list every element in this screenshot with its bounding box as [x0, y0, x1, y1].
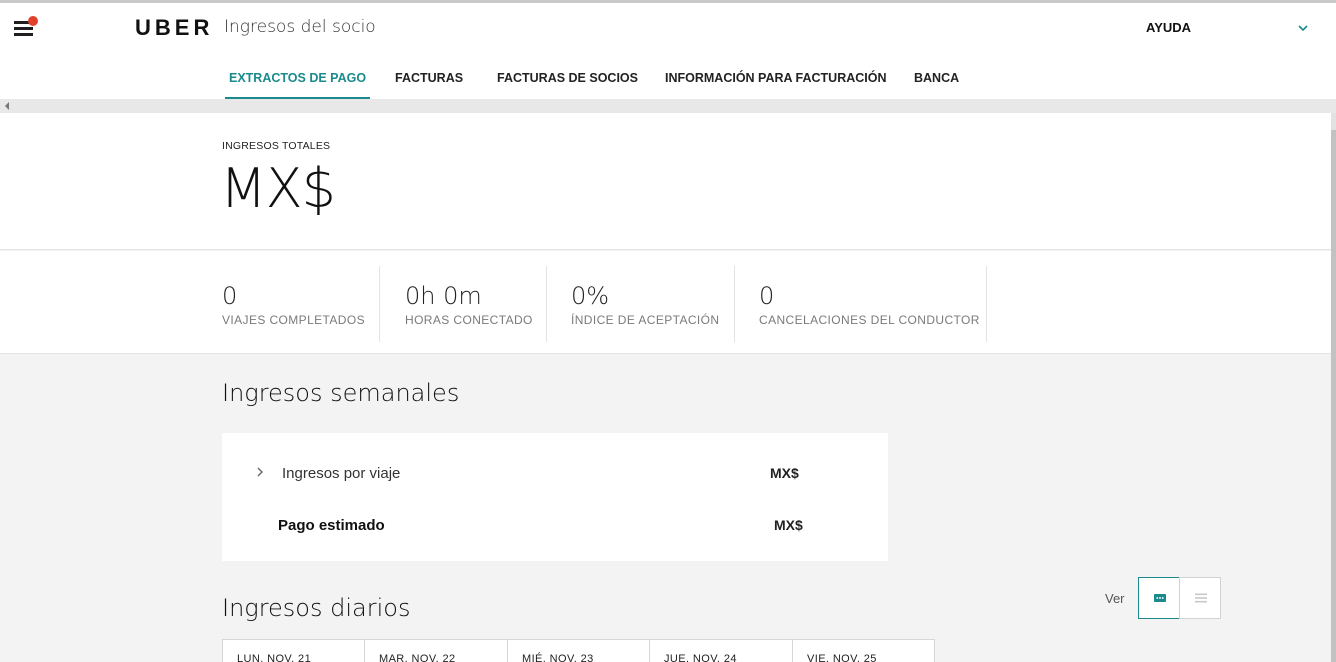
pago-estimado-value: MX$ — [774, 517, 803, 533]
tab-informacion-facturacion[interactable]: INFORMACIÓN PARA FACTURACIÓN — [665, 66, 887, 99]
top-bar: UBER Ingresos del socio AYUDA EXTRACTOS … — [0, 3, 1336, 99]
stat-value: 0% — [571, 282, 610, 310]
pago-estimado-label: Pago estimado — [278, 517, 385, 534]
stat-cancelaciones: 0 CANCELACIONES DEL CONDUCTOR — [735, 266, 987, 342]
hamburger-icon[interactable] — [14, 16, 38, 39]
stat-label: CANCELACIONES DEL CONDUCTOR — [759, 313, 980, 327]
weekly-earnings-title: Ingresos semanales — [222, 379, 460, 407]
view-label: Ver — [1105, 591, 1125, 606]
help-menu[interactable]: AYUDA — [1146, 20, 1191, 35]
section-title: Ingresos del socio — [224, 17, 376, 37]
ingresos-por-viaje-row[interactable]: Ingresos por viaje — [282, 465, 400, 482]
daily-columns-header: LUN. NOV. 21 MAR. NOV. 22 MIÉ. NOV. 23 J… — [222, 639, 935, 662]
tab-facturas[interactable]: FACTURAS — [395, 66, 463, 99]
day-column[interactable]: MIÉ. NOV. 23 — [508, 640, 650, 662]
day-column[interactable]: VIE. NOV. 25 — [793, 640, 934, 662]
scroll-left-arrow-icon[interactable] — [5, 102, 9, 110]
stat-label: ÍNDICE DE ACEPTACIÓN — [571, 313, 720, 327]
chevron-down-icon[interactable] — [1296, 21, 1310, 35]
card-view-button[interactable] — [1138, 577, 1180, 619]
stat-label: VIAJES COMPLETADOS — [222, 313, 366, 327]
weekly-earnings-card: Ingresos por viaje MX$ Pago estimado MX$ — [222, 433, 888, 561]
chevron-right-icon[interactable] — [255, 466, 265, 478]
day-column[interactable]: LUN. NOV. 21 — [223, 640, 365, 662]
tab-extractos-de-pago[interactable]: EXTRACTOS DE PAGO — [225, 66, 371, 99]
total-earnings-section: INGRESOS TOTALES MX$ — [0, 113, 1331, 250]
stat-value: 0 — [759, 282, 775, 310]
stat-viajes-completados: 0 VIAJES COMPLETADOS — [222, 266, 380, 342]
day-column[interactable]: MAR. NOV. 22 — [365, 640, 508, 662]
stats-section: 0 VIAJES COMPLETADOS 0h 0m HORAS CONECTA… — [0, 251, 1331, 354]
total-earnings-value: MX$ — [220, 157, 336, 220]
ingresos-por-viaje-value: MX$ — [770, 465, 799, 481]
stat-label: HORAS CONECTADO — [405, 313, 533, 327]
stat-value: 0h 0m — [405, 282, 482, 310]
notification-dot — [28, 16, 38, 26]
tab-bar: EXTRACTOS DE PAGO FACTURAS FACTURAS DE S… — [0, 66, 1336, 99]
day-column[interactable]: JUE. NOV. 24 — [650, 640, 793, 662]
list-view-button[interactable] — [1179, 577, 1221, 619]
stat-value: 0 — [222, 282, 238, 310]
list-view-icon — [1195, 593, 1207, 603]
vertical-scrollbar-thumb[interactable] — [1331, 130, 1336, 662]
horizontal-scrollbar[interactable] — [0, 99, 1336, 113]
total-earnings-label: INGRESOS TOTALES — [222, 140, 331, 152]
stat-horas-conectado: 0h 0m HORAS CONECTADO — [380, 266, 547, 342]
uber-logo[interactable]: UBER — [135, 15, 213, 41]
tab-facturas-de-socios[interactable]: FACTURAS DE SOCIOS — [497, 66, 638, 99]
stat-indice-aceptacion: 0% ÍNDICE DE ACEPTACIÓN — [547, 266, 735, 342]
card-view-icon — [1154, 594, 1166, 602]
tab-banca[interactable]: BANCA — [914, 66, 959, 99]
daily-earnings-title: Ingresos diarios — [222, 594, 411, 622]
